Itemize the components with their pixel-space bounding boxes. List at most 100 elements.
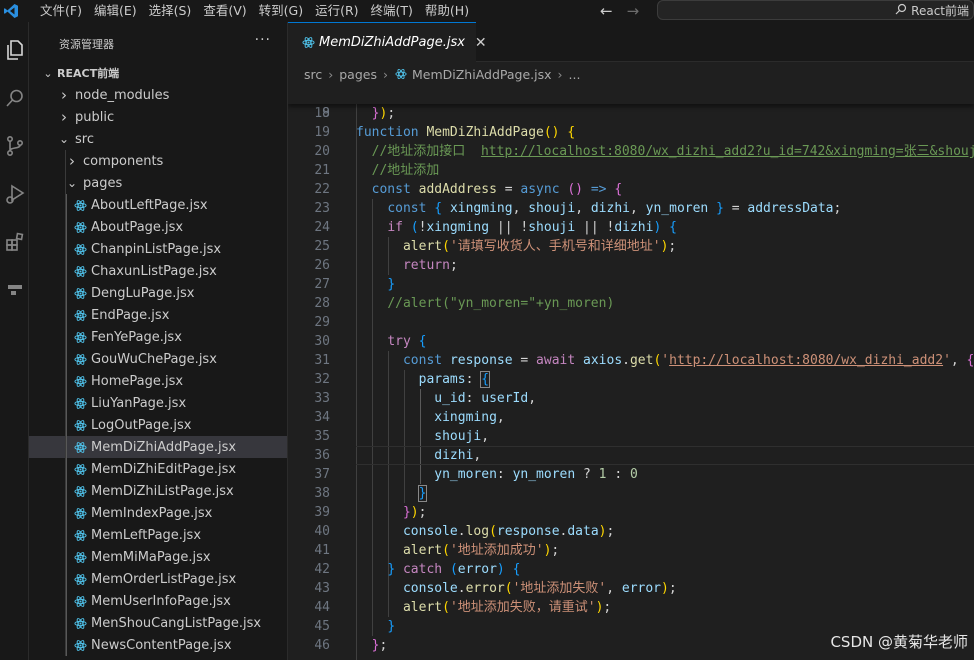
sticky-scroll-header[interactable]: 9 function MemDiZhiAddPage() {	[288, 85, 974, 140]
explorer-title: 资源管理器	[59, 38, 114, 51]
tree-file-item[interactable]: MemDiZhiListPage.jsx	[29, 480, 287, 502]
react-file-icon	[73, 374, 87, 388]
explorer-icon[interactable]	[4, 38, 26, 62]
tree-file-item[interactable]: MemDiZhiAddPage.jsx	[29, 436, 287, 458]
react-file-icon	[73, 462, 87, 476]
tree-item-label: NewsContentPage.jsx	[91, 637, 232, 653]
line-number: 25	[314, 239, 330, 254]
menu-terminal[interactable]: 终端(T)	[365, 0, 419, 22]
tree-folder-item[interactable]: › public	[29, 106, 287, 128]
code-line-content: };	[371, 638, 388, 653]
tree-folder-item[interactable]: ⌄ pages	[29, 172, 287, 194]
tree-file-item[interactable]: MemIndexPage.jsx	[29, 502, 287, 524]
code-line-content: shouji,	[434, 429, 490, 444]
line-number: 28	[314, 296, 330, 311]
tab-label: MemDiZhiAddPage.jsx	[319, 35, 465, 50]
tree-file-item[interactable]: MemDiZhiEditPage.jsx	[29, 458, 287, 480]
tree-file-item[interactable]: GouWuChePage.jsx	[29, 348, 287, 370]
tree-file-item[interactable]: AboutLeftPage.jsx	[29, 194, 287, 216]
code-line-content: alert('地址添加失败，请重试');	[402, 600, 612, 615]
run-debug-icon[interactable]	[4, 182, 26, 206]
code-line-content: function MemDiZhiAddPage() {	[356, 125, 576, 140]
editor-tab-bar: MemDiZhiAddPage.jsx ✕	[288, 22, 974, 62]
extensions-icon[interactable]	[4, 230, 26, 254]
tree-item-label: EndPage.jsx	[91, 307, 170, 323]
code-line-content: });	[402, 505, 427, 520]
line-number: 39	[314, 505, 330, 520]
tree-folder-item[interactable]: ⌄ src	[29, 128, 287, 150]
tree-file-item[interactable]: FenYePage.jsx	[29, 326, 287, 348]
tree-file-item[interactable]: MemUserInfoPage.jsx	[29, 590, 287, 612]
react-file-icon	[73, 440, 87, 454]
menu-help[interactable]: 帮助(H)	[419, 0, 475, 22]
source-control-icon[interactable]	[4, 134, 26, 158]
tree-item-label: ChanpinListPage.jsx	[91, 241, 222, 257]
search-view-icon[interactable]	[4, 86, 26, 110]
react-file-icon	[73, 616, 87, 630]
code-line-content: alert('地址添加成功');	[402, 543, 560, 558]
tree-file-item[interactable]: DengLuPage.jsx	[29, 282, 287, 304]
tree-item-label: FenYePage.jsx	[91, 329, 182, 345]
menu-selection[interactable]: 选择(S)	[143, 0, 198, 22]
code-editor[interactable]: 9 function MemDiZhiAddPage() { 18 }); 19…	[288, 85, 974, 660]
react-file-icon	[73, 550, 87, 564]
line-number: 21	[314, 163, 330, 178]
close-icon[interactable]: ✕	[475, 35, 487, 51]
remote-explorer-icon[interactable]	[4, 278, 26, 302]
code-line-content: yn_moren: yn_moren ? 1 : 0	[434, 467, 638, 482]
tree-file-item[interactable]: MemOrderListPage.jsx	[29, 568, 287, 590]
tree-file-item[interactable]: MemMiMaPage.jsx	[29, 546, 287, 568]
tree-file-item[interactable]: ChaxunListPage.jsx	[29, 260, 287, 282]
forward-arrow-icon[interactable]: →	[627, 2, 640, 20]
tree-file-item[interactable]: HomePage.jsx	[29, 370, 287, 392]
tree-item-label: AboutPage.jsx	[91, 219, 184, 235]
react-file-icon	[73, 264, 87, 278]
react-file-icon	[73, 330, 87, 344]
code-line-content: });	[371, 106, 396, 121]
back-arrow-icon[interactable]: ←	[600, 2, 613, 20]
menu-go[interactable]: 转到(G)	[253, 0, 309, 22]
react-file-icon	[73, 242, 87, 256]
line-number: 45	[314, 619, 330, 634]
chevron-right-icon: ›	[69, 152, 75, 170]
line-number: 46	[314, 638, 330, 653]
tree-file-item[interactable]: NewsContentPage.jsx	[29, 634, 287, 656]
menu-run[interactable]: 运行(R)	[309, 0, 364, 22]
tree-root-folder[interactable]: ⌄ REACT前端	[29, 62, 287, 84]
tree-item-label: MemMiMaPage.jsx	[91, 549, 211, 565]
code-line-content: params: {	[418, 371, 491, 388]
tree-file-item[interactable]: ChanpinListPage.jsx	[29, 238, 287, 260]
command-center-search[interactable]: React前端	[657, 0, 974, 20]
menu-edit[interactable]: 编辑(E)	[88, 0, 143, 22]
breadcrumb-more[interactable]: ...	[569, 67, 581, 82]
tree-file-item[interactable]: LiuYanPage.jsx	[29, 392, 287, 414]
react-file-icon	[73, 286, 87, 300]
tree-file-item[interactable]: LogOutPage.jsx	[29, 414, 287, 436]
menu-file[interactable]: 文件(F)	[34, 0, 88, 22]
code-line-content: const response = await axios.get('http:/…	[402, 353, 974, 368]
breadcrumb-separator-icon: ›	[557, 66, 563, 82]
tree-file-item[interactable]: MenShouCangListPage.jsx	[29, 612, 287, 634]
react-file-icon	[73, 484, 87, 498]
tree-item-label: GouWuChePage.jsx	[91, 351, 217, 367]
tree-item-label: MemUserInfoPage.jsx	[91, 593, 231, 609]
tab-memdizhiaddpage[interactable]: MemDiZhiAddPage.jsx ✕	[288, 22, 487, 62]
menu-view[interactable]: 查看(V)	[197, 0, 252, 22]
line-number: 40	[314, 524, 330, 539]
more-actions-icon[interactable]: ···	[255, 32, 271, 48]
breadcrumb-file[interactable]: MemDiZhiAddPage.jsx	[412, 67, 552, 82]
tree-item-label: LiuYanPage.jsx	[91, 395, 187, 411]
line-number: 30	[314, 334, 330, 349]
breadcrumb-src[interactable]: src	[304, 67, 322, 82]
react-file-icon	[73, 638, 87, 652]
tree-item-label: MemDiZhiListPage.jsx	[91, 483, 234, 499]
tree-file-item[interactable]: AboutPage.jsx	[29, 216, 287, 238]
tree-folder-item[interactable]: › components	[29, 150, 287, 172]
react-file-icon	[73, 572, 87, 586]
breadcrumb-pages[interactable]: pages	[339, 67, 377, 82]
tree-file-item[interactable]: EndPage.jsx	[29, 304, 287, 326]
tree-file-item[interactable]: MemLeftPage.jsx	[29, 524, 287, 546]
tree-item-label: MemIndexPage.jsx	[91, 505, 213, 521]
tree-folder-item[interactable]: › node_modules	[29, 84, 287, 106]
code-line-content: //地址添加	[371, 163, 440, 178]
